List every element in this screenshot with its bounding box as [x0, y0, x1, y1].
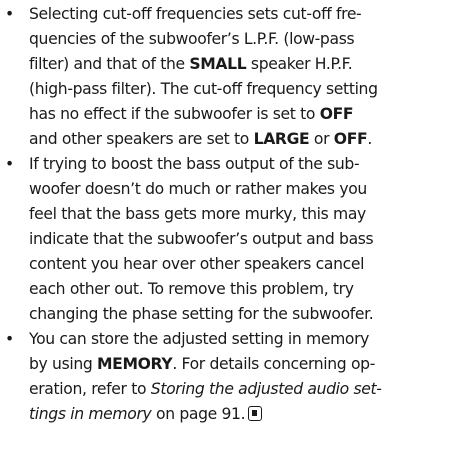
text-line: each other out. To remove this problem, …	[29, 280, 354, 298]
bullet-item-memory: • You can store the adjusted setting in …	[5, 327, 457, 427]
end-of-section-icon	[248, 406, 263, 421]
text-line: feel that the bass gets more murky, this…	[29, 205, 366, 223]
text-line: indicate that the subwoofer’s output and…	[29, 230, 374, 248]
text-line: Selecting cut-off frequencies sets cut-o…	[29, 5, 362, 23]
text-line: has no effect if the subwoofer is set to…	[29, 105, 354, 123]
bullet-item-subwoofer-phase: • If trying to boost the bass output of …	[5, 152, 457, 327]
bullet-marker: •	[5, 330, 14, 348]
text-line: (high-pass filter). The cut-off frequenc…	[29, 80, 378, 98]
text-line: If trying to boost the bass output of th…	[29, 155, 360, 173]
text-line: woofer doesn’t do much or rather makes y…	[29, 180, 367, 198]
text-line: by using MEMORY. For details concerning …	[29, 355, 375, 373]
text-line: content you hear over other speakers can…	[29, 255, 365, 273]
bullet-marker: •	[5, 155, 14, 173]
text-line: and other speakers are set to LARGE or O…	[29, 130, 372, 148]
cross-reference-title: Storing the adjusted audio set-	[150, 380, 382, 398]
text-line: eration, refer to Storing the adjusted a…	[29, 380, 382, 398]
text-line: changing the phase setting for the subwo…	[29, 305, 374, 323]
setting-large: LARGE	[253, 130, 310, 148]
setting-off: OFF	[319, 105, 354, 123]
cross-reference-title: tings in memory	[29, 405, 152, 423]
manual-page-text: • Selecting cut-off frequencies sets cut…	[5, 2, 457, 427]
text-line: filter) and that of the SMALL speaker H.…	[29, 55, 353, 73]
bullet-item-cutoff-frequency: • Selecting cut-off frequencies sets cut…	[5, 2, 457, 152]
setting-off: OFF	[333, 130, 368, 148]
setting-small: SMALL	[189, 55, 247, 73]
text-line: You can store the adjusted setting in me…	[29, 330, 370, 348]
setting-memory: MEMORY	[97, 355, 173, 373]
text-line: quencies of the subwoofer’s L.P.F. (low-…	[29, 30, 355, 48]
text-line: tings in memory on page 91.	[29, 402, 457, 427]
bullet-marker: •	[5, 5, 14, 23]
